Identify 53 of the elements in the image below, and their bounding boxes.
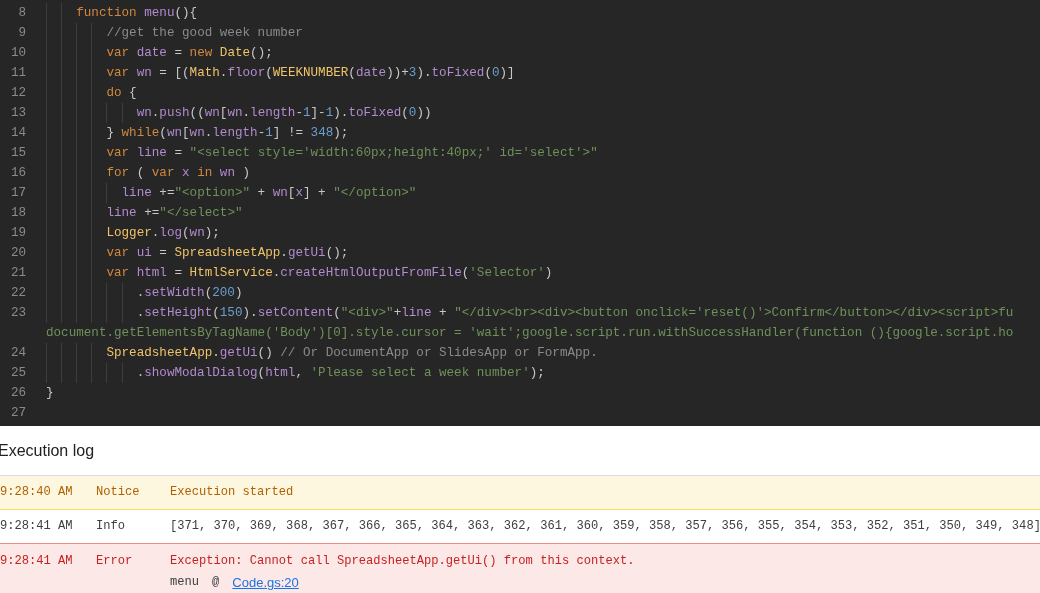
- code-text: .setHeight(150).setContent("<div>"+line + "</div><br><div><button onclick='reset()'>Confirm</button></div><script>fu: [136, 304, 1014, 322]
- log-message: [371, 370, 369, 368, 367, 366, 365, 364, 363, 362, 361, 360, 359, 358, 357, 356, 355, 354, 353, 352, 351, 350, 349, 348]: [170, 519, 1040, 534]
- code-text: .setWidth(200): [136, 284, 243, 302]
- line-number: 10: [10, 45, 26, 60]
- source-link[interactable]: Code.gs:20: [232, 575, 299, 590]
- code-text: var date = new Date();: [106, 44, 273, 62]
- trace-separator: @: [212, 575, 220, 590]
- log-time: 9:28:41 AM: [0, 519, 74, 534]
- log-message: Exception: Cannot call SpreadsheetApp.getUi() from this context.: [170, 554, 635, 569]
- code-text: line +="<option>" + wn[x] + "</option>": [121, 184, 417, 202]
- line-number: 19: [10, 225, 26, 240]
- trace-function: menu: [170, 575, 200, 590]
- line-number: 17: [10, 185, 26, 200]
- code-text: } while(wn[wn.length-1] != 348);: [106, 124, 349, 142]
- code-text: .showModalDialog(html, 'Please select a week number');: [136, 364, 545, 382]
- line-number: 22: [10, 285, 26, 300]
- code-text: var ui = SpreadsheetApp.getUi();: [106, 244, 349, 262]
- code-text: var wn = [(Math.floor(WEEKNUMBER(date))+3).toFixed(0)]: [106, 64, 515, 82]
- line-number: 14: [10, 125, 26, 140]
- line-number: 8: [18, 5, 26, 20]
- line-number: 23: [10, 305, 26, 320]
- line-number: 15: [10, 145, 26, 160]
- code-text: var line = "<select style='width:60px;height:40px;' id='select'>": [106, 144, 598, 162]
- line-number: 16: [10, 165, 26, 180]
- code-text: var html = HtmlService.createHtmlOutputFromFile('Selector'): [106, 264, 553, 282]
- log-level: Notice: [96, 485, 141, 500]
- line-number: 21: [10, 265, 26, 280]
- log-time: 9:28:40 AM: [0, 485, 74, 500]
- code-text: Logger.log(wn);: [106, 224, 220, 242]
- panel-title: Execution log: [0, 440, 95, 461]
- code-text: wn.push((wn[wn.length-1]-1).toFixed(0)): [136, 104, 432, 122]
- line-number: 12: [10, 85, 26, 100]
- code-text: for ( var x in wn ): [106, 164, 251, 182]
- line-number: 11: [10, 65, 26, 80]
- log-message: Execution started: [170, 485, 294, 500]
- line-number: 9: [18, 25, 26, 40]
- code-text: do {: [106, 84, 137, 102]
- line-number: 18: [10, 205, 26, 220]
- line-number: 13: [10, 105, 26, 120]
- line-number: 25: [10, 365, 26, 380]
- line-number: 24: [10, 345, 26, 360]
- code-text: function menu(){: [76, 4, 198, 22]
- line-number: 27: [10, 405, 26, 420]
- line-number: 20: [10, 245, 26, 260]
- code-text: }: [46, 384, 54, 402]
- log-time: 9:28:41 AM: [0, 554, 74, 569]
- log-level: Info: [96, 519, 127, 534]
- log-level: Error: [96, 554, 134, 569]
- code-text: line +="</select>": [106, 204, 243, 222]
- code-text: SpreadsheetApp.getUi() // Or DocumentApp or SlidesApp or FormApp.: [106, 344, 598, 362]
- code-text: //get the good week number: [106, 24, 303, 42]
- code-text: document.getElementsByTagName('Body')[0].style.cursor = 'wait';google.script.run.withSuccessHandler(function (){google.script.ho: [46, 324, 1014, 342]
- line-number: 26: [10, 385, 26, 400]
